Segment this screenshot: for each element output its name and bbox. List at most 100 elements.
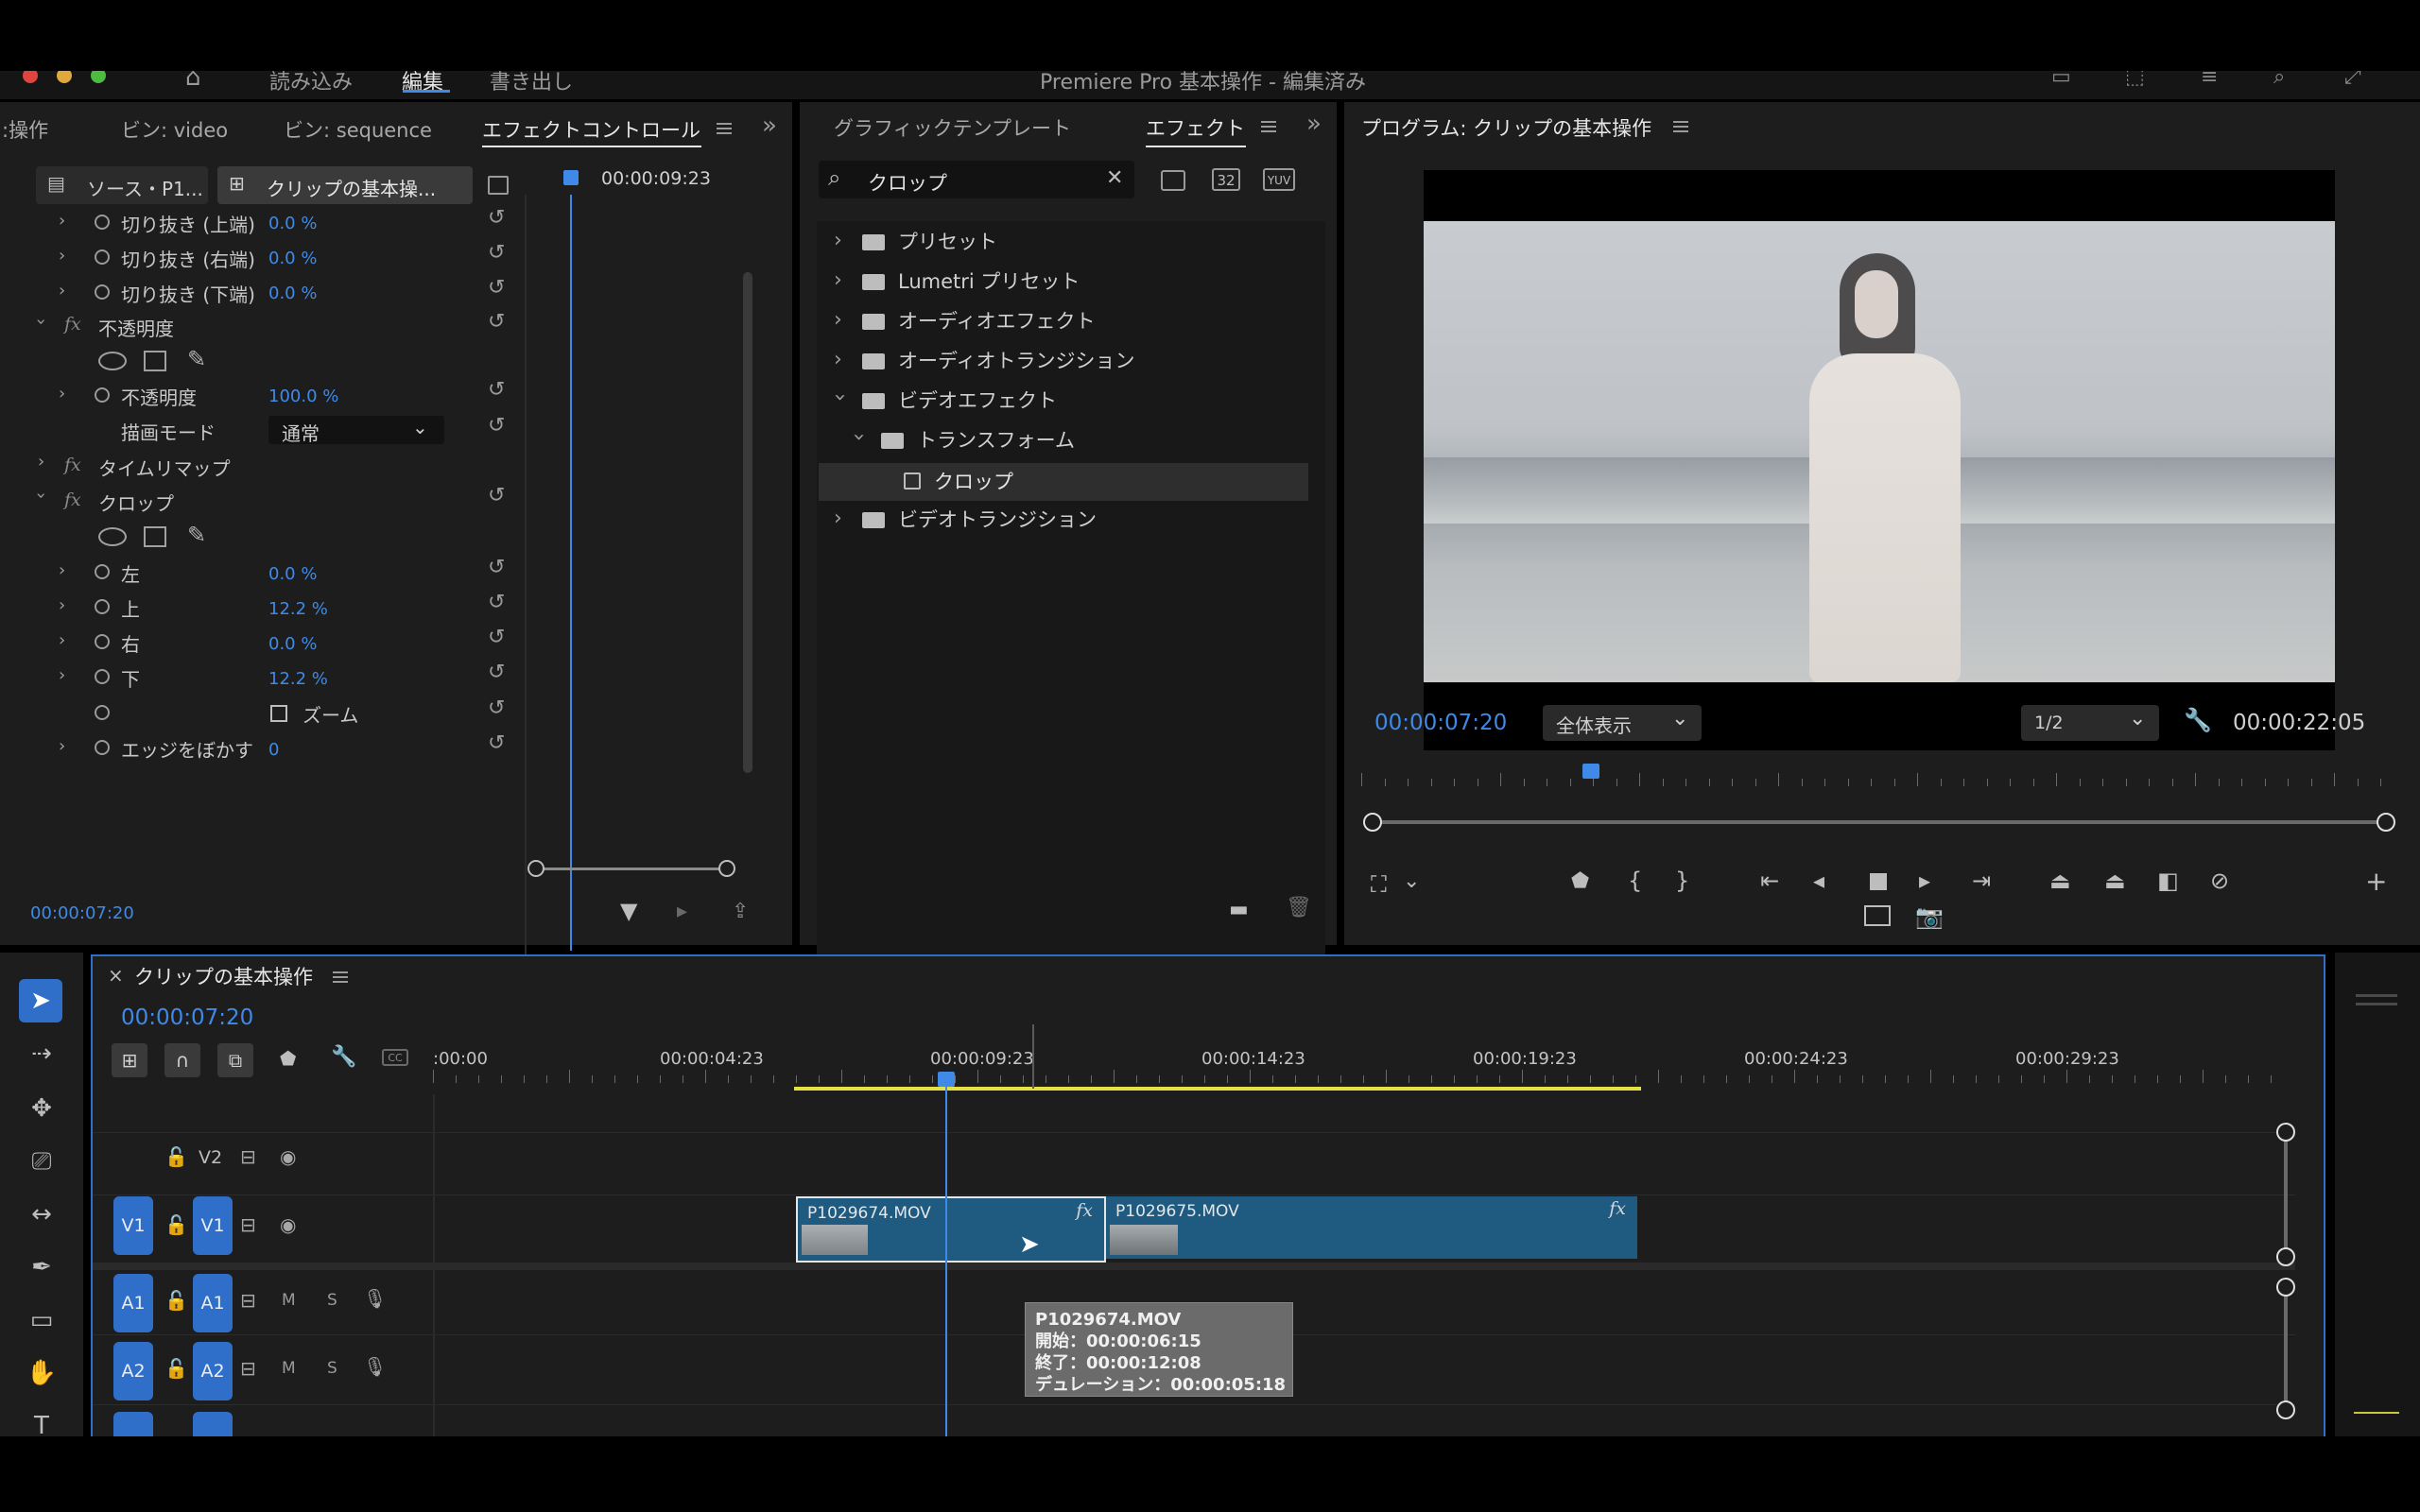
- wrench-icon[interactable]: 🔧: [331, 1045, 356, 1069]
- ec-ruler[interactable]: 00:00:09:23: [529, 166, 756, 191]
- program-playhead[interactable]: [1582, 764, 1599, 779]
- stopwatch-icon[interactable]: [95, 284, 110, 300]
- clip-p1029675[interactable]: P1029675.MOV fx: [1106, 1196, 1637, 1259]
- stopwatch-icon[interactable]: [95, 740, 110, 755]
- reset-icon[interactable]: ↺: [488, 591, 505, 614]
- selection-tool-icon[interactable]: ➤: [19, 979, 62, 1022]
- captions-icon[interactable]: CC: [382, 1049, 408, 1066]
- ec-scrollbar[interactable]: [743, 272, 752, 773]
- pen-mask-icon[interactable]: ✎: [187, 346, 206, 372]
- feather-value[interactable]: 0: [268, 740, 279, 760]
- panel-menu-icon[interactable]: [1673, 121, 1688, 132]
- source-v1-button[interactable]: V1: [113, 1196, 153, 1255]
- expand-video-transitions-icon[interactable]: ›: [834, 507, 842, 530]
- nest-sequence-icon[interactable]: ⊞: [112, 1043, 147, 1077]
- search-icon[interactable]: ⌕: [2273, 71, 2285, 89]
- program-current-timecode[interactable]: 00:00:07:20: [1374, 711, 1507, 735]
- collapse-video-effects-icon[interactable]: ›: [828, 393, 852, 402]
- program-monitor-title[interactable]: プログラム: クリップの基本操作: [1361, 113, 1651, 142]
- step-forward-icon[interactable]: ▸: [1919, 868, 1930, 894]
- reset-icon[interactable]: ↺: [488, 731, 505, 755]
- crop-left-value[interactable]: 0.0 %: [268, 564, 317, 584]
- tab-effects[interactable]: エフェクト: [1146, 113, 1245, 142]
- play-audio-icon[interactable]: ▸: [677, 900, 687, 923]
- expand-crop-left-icon[interactable]: ›: [59, 560, 65, 580]
- program-video-frame[interactable]: [1424, 170, 2335, 750]
- crop-top-edge-value[interactable]: 0.0 %: [268, 214, 317, 233]
- video-audio-divider[interactable]: [93, 1263, 2295, 1270]
- source-a3-button[interactable]: [113, 1412, 153, 1436]
- stopwatch-icon[interactable]: [95, 215, 110, 230]
- expand-crop-right-icon[interactable]: ›: [59, 246, 65, 266]
- lock-icon[interactable]: 🔓: [164, 1213, 188, 1236]
- chevron-down-icon[interactable]: ⌄: [1403, 869, 1420, 893]
- audio-scroll-handle-top[interactable]: [2276, 1278, 2295, 1297]
- reset-icon[interactable]: ↺: [488, 310, 505, 334]
- reset-icon[interactable]: ↺: [488, 556, 505, 579]
- lock-icon[interactable]: 🔓: [164, 1357, 188, 1380]
- sync-lock-icon[interactable]: ⊟: [240, 1145, 256, 1168]
- mark-in-icon[interactable]: {: [1628, 868, 1642, 894]
- source-a2-button[interactable]: A2: [113, 1342, 153, 1400]
- expand-audio-transitions-icon[interactable]: ›: [834, 348, 842, 371]
- reset-icon[interactable]: ↺: [488, 626, 505, 649]
- sync-lock-icon[interactable]: ⊟: [240, 1357, 256, 1380]
- reset-icon[interactable]: ↺: [488, 696, 505, 720]
- collapse-opacity-icon[interactable]: ›: [31, 318, 51, 325]
- tree-lumetri-presets[interactable]: Lumetri プリセット: [898, 266, 1080, 295]
- video-scrollbar[interactable]: [2284, 1130, 2288, 1259]
- crop-right-edge-value[interactable]: 0.0 %: [268, 249, 317, 268]
- video-scroll-handle-bottom[interactable]: [2276, 1247, 2295, 1266]
- work-area-bar[interactable]: [794, 1087, 1641, 1091]
- quick-export-icon[interactable]: ⬚: [2125, 71, 2145, 89]
- go-to-in-icon[interactable]: ⇤: [1760, 868, 1779, 894]
- expand-crop-top2-icon[interactable]: ›: [59, 595, 65, 615]
- accelerated-effects-icon[interactable]: [1161, 170, 1185, 191]
- collapse-crop-icon[interactable]: ›: [31, 492, 51, 499]
- pen-mask-icon[interactable]: ✎: [187, 522, 206, 548]
- camera-icon[interactable]: 📷: [1915, 903, 1944, 930]
- reset-icon[interactable]: ↺: [488, 378, 505, 402]
- rectangle-mask-icon[interactable]: [144, 351, 166, 371]
- audio-scroll-handle-bottom[interactable]: [2276, 1400, 2295, 1419]
- snap-icon[interactable]: ∩: [164, 1043, 200, 1077]
- opacity-value[interactable]: 100.0 %: [268, 387, 338, 406]
- collapse-transform-icon[interactable]: ›: [847, 433, 871, 441]
- sequence-clip-tab[interactable]: ⊞ クリップの基本操...: [217, 166, 473, 204]
- tree-transform[interactable]: トランスフォーム: [917, 425, 1075, 454]
- add-button-icon[interactable]: +: [2365, 866, 2387, 897]
- safe-margins-icon[interactable]: ⛶: [1371, 871, 1387, 898]
- pen-tool-icon[interactable]: ✒: [23, 1253, 60, 1281]
- tree-crop-row[interactable]: クロップ: [819, 463, 1308, 501]
- source-a1-button[interactable]: A1: [113, 1274, 153, 1332]
- tree-video-effects[interactable]: ビデオエフェクト: [898, 386, 1057, 414]
- tab-bin-sequence[interactable]: ビン: sequence: [284, 115, 432, 144]
- track-select-tool-icon[interactable]: ⇢: [23, 1040, 60, 1068]
- minimize-window-button[interactable]: [57, 71, 72, 83]
- sync-lock-icon[interactable]: ⊟: [240, 1289, 256, 1312]
- tab-effect-controls[interactable]: エフェクトコントロール: [482, 115, 700, 144]
- microphone-icon[interactable]: 🎙: [363, 1287, 387, 1310]
- slip-tool-icon[interactable]: ↔: [23, 1200, 60, 1228]
- go-to-out-icon[interactable]: ⇥: [1972, 868, 1991, 894]
- linked-selection-icon[interactable]: ⧉: [217, 1043, 253, 1077]
- home-icon[interactable]: ⌂: [185, 71, 201, 92]
- toggle-timeline-view-icon[interactable]: [488, 176, 509, 195]
- expand-crop-bottom2-icon[interactable]: ›: [59, 665, 65, 685]
- track-a1-button[interactable]: A1: [193, 1274, 233, 1332]
- effects-search-box[interactable]: ⌕ クロップ ✕: [819, 161, 1134, 198]
- crop-right-value[interactable]: 0.0 %: [268, 634, 317, 654]
- quality-select[interactable]: 1/2 ⌄: [2021, 705, 2159, 741]
- expand-crop-bottom-icon[interactable]: ›: [59, 281, 65, 301]
- reset-icon[interactable]: ↺: [488, 661, 505, 684]
- crop-bottom-value[interactable]: 12.2 %: [268, 669, 328, 689]
- expand-crop-top-icon[interactable]: ›: [59, 211, 65, 231]
- close-sequence-icon[interactable]: ×: [108, 964, 124, 987]
- overwrite-icon[interactable]: ⊘: [2210, 868, 2229, 894]
- clear-search-icon[interactable]: ✕: [1106, 166, 1123, 190]
- ellipse-mask-icon[interactable]: [98, 352, 127, 370]
- nav-export[interactable]: 書き出し: [490, 71, 573, 95]
- panel-overflow-icon[interactable]: »: [1306, 112, 1322, 136]
- rectangle-tool-icon[interactable]: ▭: [23, 1306, 60, 1334]
- expand-lumetri-icon[interactable]: ›: [834, 268, 842, 292]
